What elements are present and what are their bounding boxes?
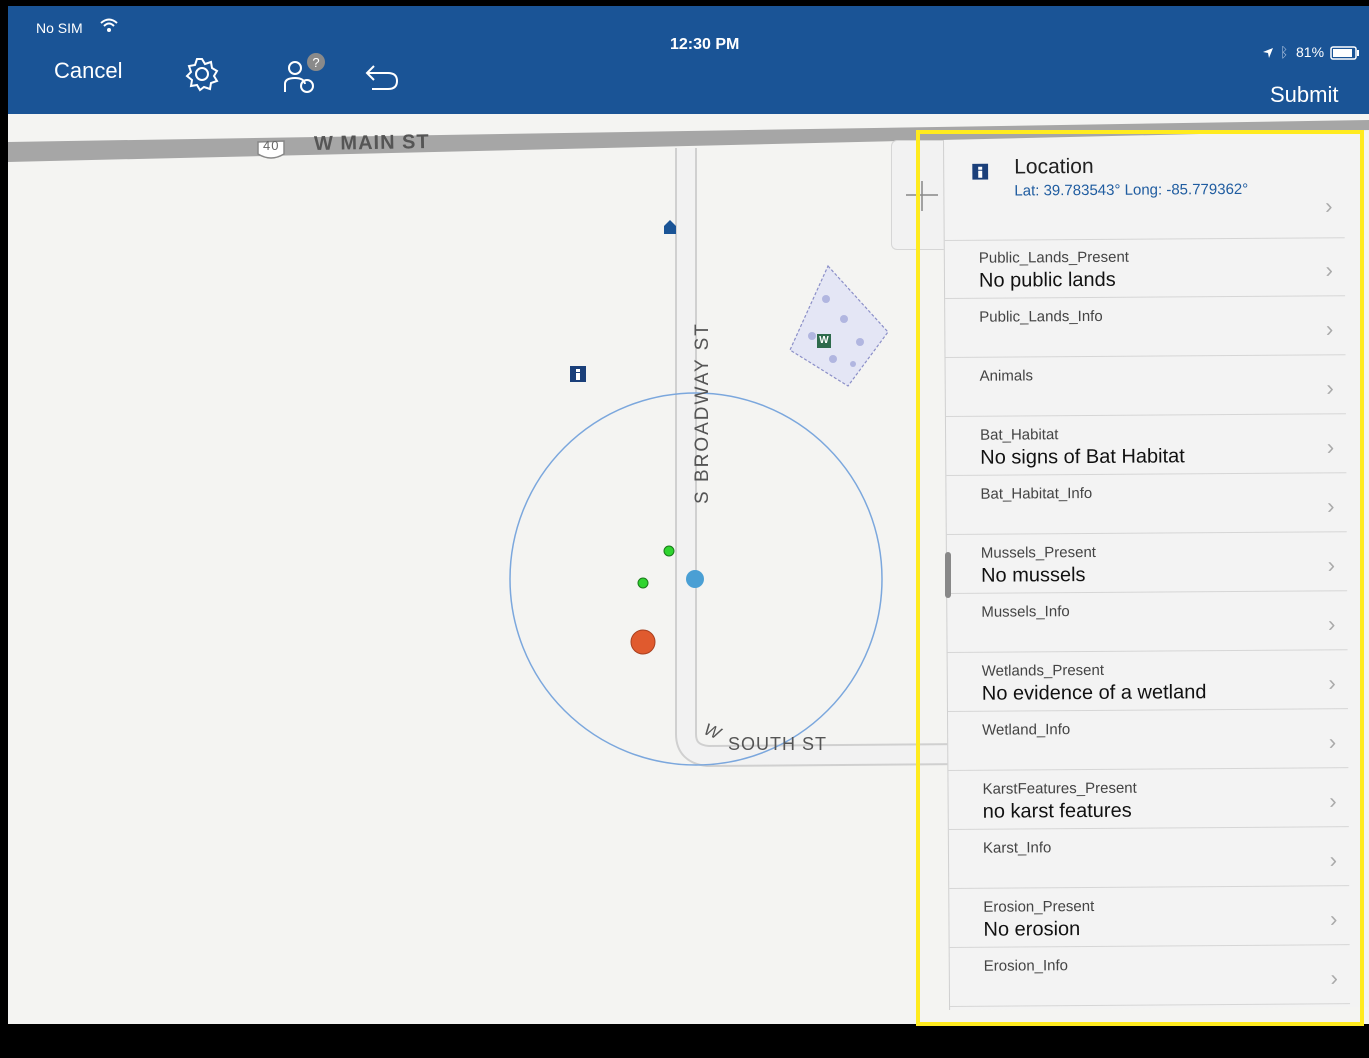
road-label-south-st: SOUTH ST bbox=[728, 734, 828, 754]
attribute-form-panel: Location Lat: 39.783543° Long: -85.77936… bbox=[943, 137, 1369, 1010]
chevron-right-icon: › bbox=[1330, 906, 1338, 932]
chevron-right-icon: › bbox=[1326, 434, 1335, 460]
wetland-polygon bbox=[789, 264, 889, 387]
bluetooth-icon: ᛒ bbox=[1280, 44, 1289, 60]
field-public-lands-info[interactable]: Public_Lands_Info › bbox=[945, 296, 1346, 358]
green-point bbox=[663, 545, 675, 557]
user-help-icon[interactable]: ? bbox=[282, 52, 326, 96]
wifi-icon bbox=[100, 18, 118, 37]
chevron-right-icon: › bbox=[1330, 965, 1338, 991]
field-karst-features-present[interactable]: KarstFeatures_Present no karst features … bbox=[948, 768, 1349, 830]
panel-resize-handle[interactable] bbox=[945, 552, 951, 598]
top-toolbar: No SIM 12:30 PM Cancel ? ᛒ 81% Submit bbox=[8, 6, 1369, 114]
field-erosion-present[interactable]: Erosion_Present No erosion › bbox=[949, 886, 1350, 948]
chevron-right-icon: › bbox=[1329, 847, 1338, 873]
chevron-right-icon: › bbox=[1325, 193, 1333, 219]
field-mussels-info[interactable]: Mussels_Info › bbox=[947, 591, 1348, 653]
house-marker bbox=[664, 220, 676, 234]
clock: 12:30 PM bbox=[670, 36, 740, 53]
field-erosion-info[interactable]: Erosion_Info › bbox=[949, 945, 1351, 1007]
field-mussels-present[interactable]: Mussels_Present No mussels › bbox=[946, 532, 1348, 594]
field-bat-habitat[interactable]: Bat_Habitat No signs of Bat Habitat › bbox=[945, 414, 1347, 476]
field-karst-info[interactable]: Karst_Info › bbox=[948, 827, 1350, 889]
chevron-right-icon: › bbox=[1327, 552, 1336, 578]
chevron-right-icon: › bbox=[1329, 788, 1337, 814]
route-number: 40 bbox=[263, 138, 280, 153]
field-animals[interactable]: Animals › bbox=[945, 355, 1346, 417]
chevron-right-icon: › bbox=[1325, 316, 1334, 342]
wetland-marker[interactable]: W bbox=[817, 334, 831, 348]
info-icon bbox=[972, 163, 989, 185]
chevron-right-icon: › bbox=[1328, 729, 1337, 755]
orange-point bbox=[630, 629, 656, 655]
undo-icon[interactable] bbox=[364, 62, 400, 92]
location-coords: Lat: 39.783543° Long: -85.779362° bbox=[1014, 180, 1249, 200]
submit-button[interactable]: Submit bbox=[1270, 82, 1338, 108]
battery-icon bbox=[1330, 46, 1360, 65]
info-icon[interactable] bbox=[570, 366, 586, 387]
field-public-lands-present[interactable]: Public_Lands_Present No public lands › bbox=[944, 237, 1346, 299]
chevron-right-icon: › bbox=[1327, 493, 1335, 519]
location-title: Location bbox=[1014, 154, 1094, 179]
panel-tab[interactable] bbox=[891, 140, 950, 250]
chevron-right-icon: › bbox=[1327, 611, 1336, 637]
chevron-right-icon: › bbox=[1325, 257, 1334, 283]
app-screen: No SIM 12:30 PM Cancel ? ᛒ 81% Submit 40… bbox=[8, 6, 1369, 1024]
field-bat-habitat-info[interactable]: Bat_Habitat_Info › bbox=[946, 473, 1347, 535]
field-wetlands-present[interactable]: Wetlands_Present No evidence of a wetlan… bbox=[947, 650, 1348, 712]
battery-percent: 81% bbox=[1296, 44, 1325, 60]
chevron-right-icon: › bbox=[1326, 375, 1334, 401]
cancel-button[interactable]: Cancel bbox=[54, 58, 122, 84]
field-wetland-info[interactable]: Wetland_Info › bbox=[947, 709, 1349, 771]
location-row[interactable]: Location Lat: 39.783543° Long: -85.77936… bbox=[944, 137, 1345, 241]
road-label-w-main-st: W MAIN ST bbox=[313, 130, 430, 156]
green-point bbox=[637, 577, 649, 589]
svg-text:?: ? bbox=[312, 55, 319, 70]
current-location-point bbox=[686, 570, 704, 588]
location-arrow-icon bbox=[1262, 46, 1274, 64]
chevron-right-icon: › bbox=[1328, 670, 1336, 696]
gear-icon[interactable] bbox=[184, 56, 220, 92]
carrier-label: No SIM bbox=[36, 20, 83, 36]
